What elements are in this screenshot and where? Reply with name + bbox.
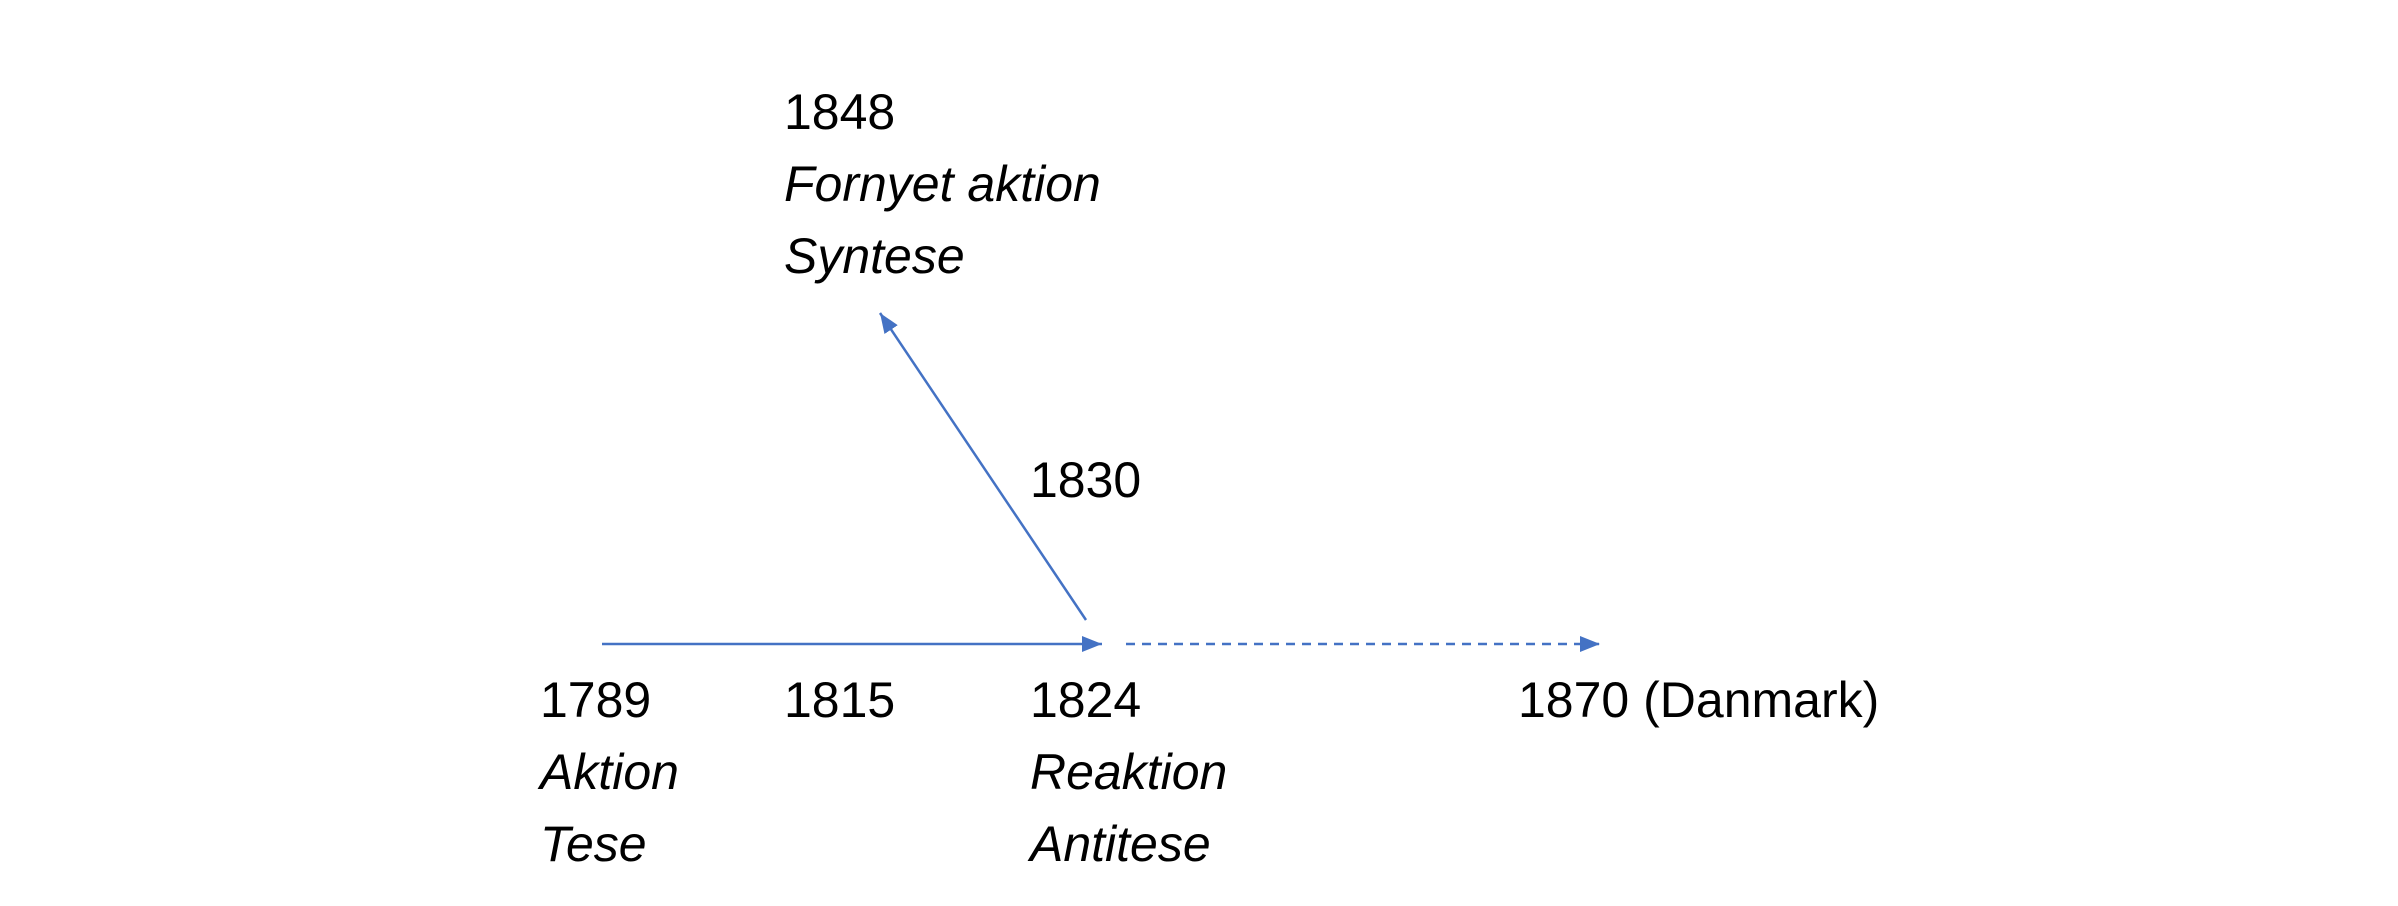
node-1789-label: Aktion bbox=[540, 744, 679, 800]
node-1848-year: 1848 bbox=[784, 84, 896, 140]
node-1870-year: 1870 (Danmark) bbox=[1518, 672, 1880, 728]
node-1789-sublabel: Tese bbox=[540, 816, 647, 872]
node-1815-year: 1815 bbox=[784, 672, 896, 728]
node-1789: 1789 Aktion Tese bbox=[540, 664, 679, 880]
node-1870: 1870 (Danmark) bbox=[1518, 664, 1879, 736]
node-1815: 1815 bbox=[784, 664, 895, 736]
node-1824: 1824 Reaktion Antitese bbox=[1030, 664, 1227, 880]
node-1789-year: 1789 bbox=[540, 672, 652, 728]
node-1848-label: Fornyet aktion bbox=[784, 156, 1101, 212]
node-1830-year: 1830 bbox=[1030, 452, 1142, 508]
node-1848: 1848 Fornyet aktion Syntese bbox=[784, 76, 1101, 292]
node-1824-sublabel: Antitese bbox=[1030, 816, 1211, 872]
node-1824-label: Reaktion bbox=[1030, 744, 1228, 800]
node-1824-year: 1824 bbox=[1030, 672, 1142, 728]
node-1830: 1830 bbox=[1030, 444, 1141, 516]
node-1848-sublabel: Syntese bbox=[784, 228, 965, 284]
